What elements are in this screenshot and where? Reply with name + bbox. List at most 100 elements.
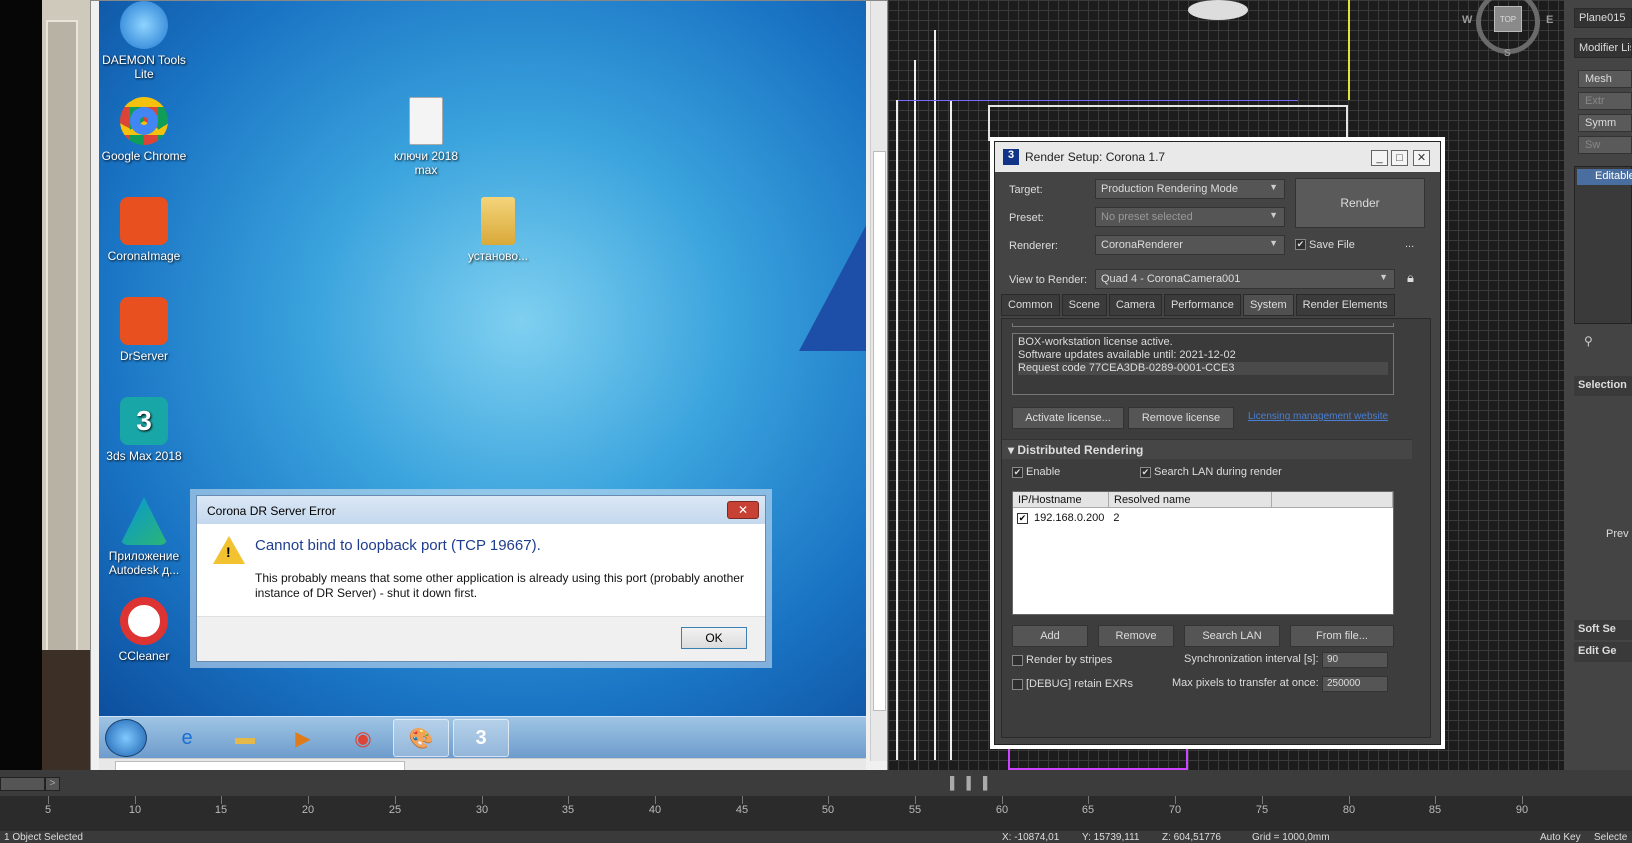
edit-geometry-rollout[interactable]: Edit Ge bbox=[1574, 642, 1632, 662]
activate-license-button[interactable]: Activate license... bbox=[1012, 407, 1124, 429]
tab-render-elements[interactable]: Render Elements bbox=[1295, 294, 1395, 316]
sweep-button[interactable]: Sw bbox=[1578, 136, 1632, 154]
desktop-icon-chrome[interactable]: Google Chrome bbox=[99, 97, 189, 163]
tab-common[interactable]: Common bbox=[1001, 294, 1060, 316]
desktop-icon-corona-image[interactable]: CoronaImage bbox=[99, 197, 189, 263]
tab-camera[interactable]: Camera bbox=[1108, 294, 1162, 316]
desktop-icon-ccleaner[interactable]: CCleaner bbox=[99, 597, 189, 663]
scene-object-outline bbox=[988, 105, 1348, 141]
renderer-dropdown[interactable]: CoronaRenderer ▼ bbox=[1095, 235, 1285, 255]
corona-image-icon bbox=[120, 197, 168, 245]
minimize-button[interactable]: _ bbox=[1371, 150, 1388, 166]
column-header[interactable]: Resolved name bbox=[1109, 492, 1272, 508]
preset-dropdown[interactable]: No preset selected ▼ bbox=[1095, 207, 1285, 227]
track-ruler[interactable]: 5 10 15 20 25 30 35 40 45 50 55 60 65 70 75 80 85 90 bbox=[0, 796, 1632, 831]
render-button[interactable]: Render bbox=[1295, 178, 1425, 228]
media-player-icon[interactable]: ▶ bbox=[275, 719, 331, 757]
distributed-rendering-header[interactable]: ▾ Distributed Rendering bbox=[1002, 439, 1412, 459]
desktop-icon-drserver[interactable]: DrServer bbox=[99, 297, 189, 363]
row-checkbox[interactable]: ✔ bbox=[1017, 513, 1028, 524]
view-to-render-dropdown[interactable]: Quad 4 - CoronaCamera001 ▼ bbox=[1095, 269, 1395, 289]
dr-enable-checkbox[interactable]: ✔ bbox=[1012, 467, 1023, 478]
desktop-icon-label: CoronaImage bbox=[107, 249, 181, 263]
next-frame-arrow[interactable]: > bbox=[45, 777, 60, 791]
desktop-icon-folder[interactable]: установо... bbox=[453, 197, 543, 263]
object-name-field[interactable]: Plane015 bbox=[1574, 8, 1632, 28]
search-lan-label: Search LAN during render bbox=[1154, 466, 1282, 478]
maximize-button[interactable]: □ bbox=[1391, 150, 1408, 166]
more-options-button[interactable]: ... bbox=[1405, 238, 1414, 250]
render-by-stripes-checkbox[interactable] bbox=[1012, 655, 1023, 666]
target-dropdown[interactable]: Production Rendering Mode ▼ bbox=[1095, 179, 1285, 199]
pin-stack-icon[interactable]: ⚲ bbox=[1584, 334, 1593, 348]
ruler-tick bbox=[1435, 796, 1436, 804]
start-orb-icon[interactable] bbox=[105, 719, 147, 757]
max-pixels-spinner[interactable]: 250000 bbox=[1322, 676, 1388, 692]
z-coordinate[interactable]: Z: 604,51776 bbox=[1162, 832, 1221, 843]
ruler-tick bbox=[568, 796, 569, 804]
left-viewport-edge bbox=[0, 0, 42, 770]
auto-key-button[interactable]: Auto Key bbox=[1540, 832, 1581, 843]
preview-label: Prev bbox=[1606, 528, 1629, 540]
selected-key-button[interactable]: Selecte bbox=[1594, 832, 1627, 843]
close-button[interactable]: ✕ bbox=[727, 501, 759, 519]
file-explorer-icon[interactable]: ▬ bbox=[217, 719, 273, 757]
extrude-button[interactable]: Extr bbox=[1578, 92, 1632, 110]
symmetry-button[interactable]: Symm bbox=[1578, 114, 1632, 132]
viewcube-top-face[interactable]: TOP bbox=[1494, 6, 1522, 32]
ruler-tick-label: 45 bbox=[735, 804, 749, 816]
remove-license-button[interactable]: Remove license bbox=[1128, 407, 1234, 429]
from-file-button[interactable]: From file... bbox=[1290, 625, 1394, 647]
3dsmax-taskbar-icon[interactable]: 3 bbox=[453, 719, 509, 757]
mesh-button[interactable]: Mesh bbox=[1578, 70, 1632, 88]
daemon-tools-icon bbox=[120, 1, 168, 49]
ruler-tick bbox=[1522, 796, 1523, 804]
lock-icon[interactable]: 🔒︎ bbox=[1407, 270, 1414, 286]
table-row[interactable]: ✔ 192.168.0.200 2 bbox=[1017, 512, 1120, 524]
y-coordinate[interactable]: Y: 15739,111 bbox=[1082, 832, 1139, 843]
debug-exr-checkbox[interactable] bbox=[1012, 679, 1023, 690]
ok-button[interactable]: OK bbox=[681, 627, 747, 649]
internet-explorer-icon[interactable]: e bbox=[159, 719, 215, 757]
desktop-icon-3dsmax[interactable]: 3 3ds Max 2018 bbox=[99, 397, 189, 463]
stack-item-editable[interactable]: Editable bbox=[1577, 169, 1632, 185]
tab-system[interactable]: System bbox=[1242, 294, 1294, 316]
modifier-list-dropdown[interactable]: Modifier List bbox=[1574, 38, 1632, 58]
ruler-tick-label: 70 bbox=[1168, 804, 1182, 816]
desktop-icon-label: Google Chrome bbox=[101, 149, 187, 163]
add-button[interactable]: Add bbox=[1012, 625, 1088, 647]
search-lan-checkbox[interactable]: ✔ bbox=[1140, 467, 1151, 478]
close-button[interactable]: ✕ bbox=[1413, 150, 1430, 166]
scrollbar-thumb[interactable] bbox=[873, 151, 886, 711]
tab-performance[interactable]: Performance bbox=[1163, 294, 1241, 316]
row-ip: 192.168.0.200 bbox=[1034, 512, 1105, 524]
remove-button[interactable]: Remove bbox=[1098, 625, 1174, 647]
sync-interval-spinner[interactable]: 90 bbox=[1322, 652, 1388, 668]
dialog-title: Render Setup: Corona 1.7 bbox=[1025, 150, 1166, 164]
x-coordinate[interactable]: X: -10874,01 bbox=[1002, 832, 1059, 843]
desktop-icon-autodesk-app[interactable]: Приложение Autodesk д... bbox=[99, 497, 189, 577]
selection-rollout[interactable]: Selection bbox=[1574, 376, 1632, 396]
remote-desktop-window[interactable]: DAEMON Tools Lite Google Chrome CoronaIm… bbox=[90, 0, 888, 780]
license-line: Software updates available until: 2021-1… bbox=[1018, 349, 1236, 361]
licensing-website-link[interactable]: Licensing management website bbox=[1248, 411, 1388, 422]
chrome-taskbar-icon[interactable]: ◉ bbox=[335, 719, 391, 757]
time-slider[interactable] bbox=[0, 777, 45, 791]
save-file-checkbox[interactable]: ✔ bbox=[1295, 239, 1306, 250]
desktop-icon-daemon-tools[interactable]: DAEMON Tools Lite bbox=[99, 1, 189, 81]
search-lan-button[interactable]: Search LAN bbox=[1184, 625, 1280, 647]
viewcube[interactable]: TOP W E S bbox=[1462, 0, 1553, 60]
preset-label: Preset: bbox=[1009, 212, 1044, 224]
desktop-icon-text-file[interactable]: ключи 2018 max bbox=[381, 97, 471, 177]
ruler-tick bbox=[742, 796, 743, 804]
tab-scene[interactable]: Scene bbox=[1061, 294, 1107, 316]
soft-selection-rollout[interactable]: Soft Se bbox=[1574, 620, 1632, 640]
scene-line bbox=[934, 30, 936, 760]
column-header[interactable] bbox=[1272, 492, 1393, 508]
warning-icon: ! bbox=[213, 536, 245, 564]
column-header[interactable]: IP/Hostname bbox=[1013, 492, 1109, 508]
chrome-icon bbox=[120, 97, 168, 145]
ruler-tick bbox=[395, 796, 396, 804]
vertical-scrollbar[interactable] bbox=[870, 1, 887, 761]
paint-taskbar-icon[interactable]: 🎨 bbox=[393, 719, 449, 757]
